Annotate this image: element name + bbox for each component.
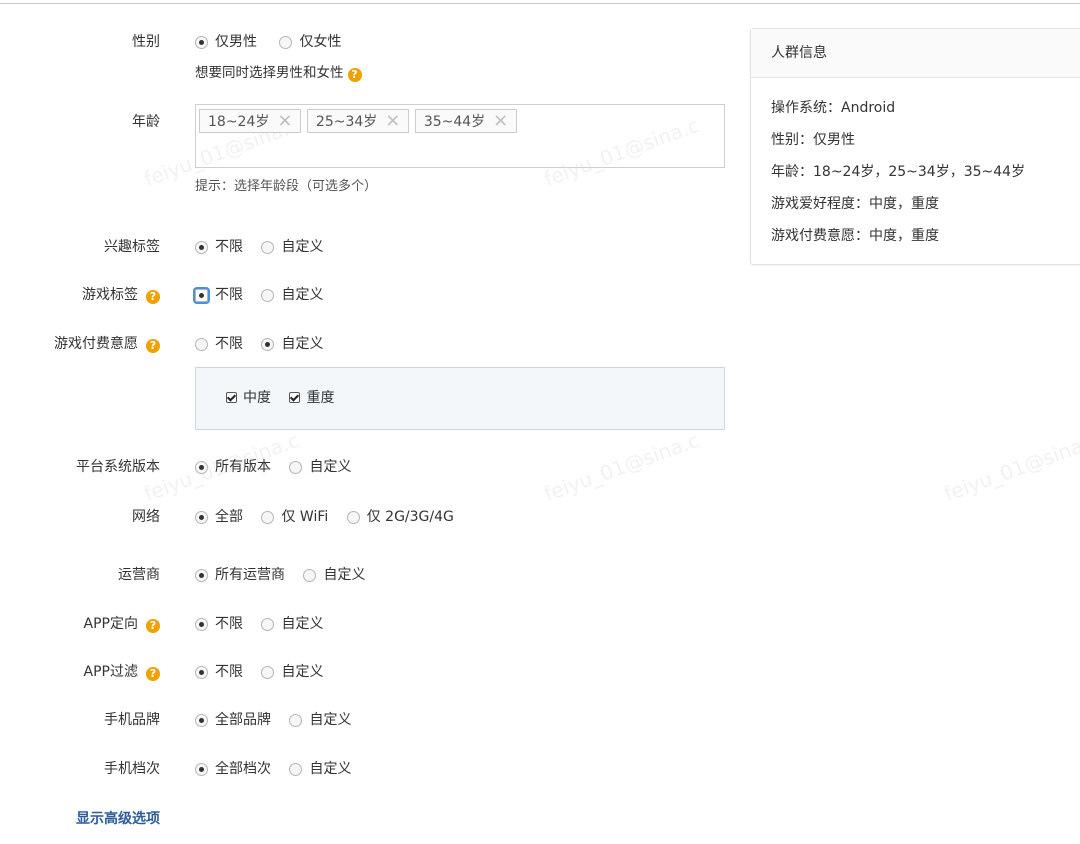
network-option-wifi[interactable]: 仅 WiFi bbox=[261, 507, 328, 527]
radio-icon[interactable] bbox=[195, 337, 208, 351]
interest-tags-radio-group: 不限 自定义 bbox=[195, 237, 337, 257]
network-option-all[interactable]: 全部 bbox=[195, 507, 243, 527]
radio-icon[interactable] bbox=[289, 762, 303, 776]
age-label: 年龄 bbox=[132, 114, 160, 130]
game-pay-option-unlimited[interactable]: 不限 bbox=[195, 334, 243, 354]
audience-info-title: 人群信息 bbox=[751, 29, 1080, 78]
app-filter-radio-group: 不限 自定义 bbox=[195, 662, 337, 682]
radio-icon[interactable] bbox=[261, 288, 275, 302]
remove-tag-icon[interactable]: × bbox=[385, 112, 400, 130]
app-filter-label: APP过滤? bbox=[0, 662, 160, 682]
radio-icon[interactable] bbox=[261, 240, 275, 254]
help-icon[interactable]: ? bbox=[146, 619, 160, 633]
age-tag: 18~24岁 × bbox=[199, 109, 302, 133]
phone-brand-radio-group: 全部品牌 自定义 bbox=[195, 710, 365, 730]
age-hint: 提示：选择年龄段（可选多个） bbox=[195, 179, 378, 194]
audience-info-row: 游戏爱好程度：中度，重度 bbox=[771, 196, 939, 212]
gender-option-male[interactable]: 仅男性 bbox=[195, 32, 257, 52]
radio-checked-icon[interactable] bbox=[195, 568, 208, 582]
gender-option-female[interactable]: 仅女性 bbox=[279, 32, 341, 52]
network-radio-group: 全部 仅 WiFi 仅 2G/3G/4G bbox=[195, 507, 468, 527]
radio-checked-icon[interactable] bbox=[195, 713, 208, 727]
game-tags-option-custom[interactable]: 自定义 bbox=[261, 285, 323, 305]
age-tag-input[interactable]: 18~24岁 × 25~34岁 × 35~44岁 × bbox=[195, 104, 725, 168]
game-tags-radio-group: 不限 自定义 bbox=[195, 285, 337, 305]
phone-tier-label: 手机档次 bbox=[104, 761, 160, 777]
radio-checked-icon[interactable] bbox=[195, 240, 208, 254]
app-targeting-option-custom[interactable]: 自定义 bbox=[261, 614, 323, 634]
platform-version-option-all[interactable]: 所有版本 bbox=[195, 457, 271, 477]
app-targeting-radio-group: 不限 自定义 bbox=[195, 614, 337, 634]
audience-info-row: 年龄：18~24岁，25~34岁，35~44岁 bbox=[771, 164, 1026, 180]
carrier-option-all[interactable]: 所有运营商 bbox=[195, 565, 285, 585]
gender-radio-group: 仅男性 仅女性 bbox=[195, 32, 355, 52]
show-advanced-link[interactable]: 显示高级选项 bbox=[0, 808, 160, 828]
game-pay-radio-group: 不限 自定义 bbox=[195, 334, 337, 354]
radio-icon[interactable] bbox=[346, 510, 360, 524]
audience-info-row: 性别：仅男性 bbox=[771, 132, 855, 148]
gender-label: 性别 bbox=[132, 34, 160, 50]
radio-icon[interactable] bbox=[261, 665, 275, 679]
phone-brand-option-all[interactable]: 全部品牌 bbox=[195, 710, 271, 730]
radio-icon[interactable] bbox=[279, 35, 293, 49]
interest-tags-option-unlimited[interactable]: 不限 bbox=[195, 237, 243, 257]
phone-brand-option-custom[interactable]: 自定义 bbox=[289, 710, 351, 730]
platform-version-label: 平台系统版本 bbox=[76, 459, 160, 475]
game-pay-custom-panel: 中度 重度 bbox=[195, 367, 725, 430]
game-pay-option-custom[interactable]: 自定义 bbox=[261, 334, 323, 354]
top-divider bbox=[0, 3, 1080, 4]
checkbox-checked-icon[interactable] bbox=[226, 392, 237, 403]
radio-checked-icon[interactable] bbox=[195, 35, 208, 49]
watermark: feiyu_01@sina.c bbox=[940, 427, 1080, 507]
radio-checked-icon[interactable] bbox=[195, 460, 208, 474]
help-icon[interactable]: ? bbox=[146, 667, 160, 681]
game-pay-checkbox-medium[interactable]: 中度 bbox=[226, 390, 271, 406]
phone-tier-option-custom[interactable]: 自定义 bbox=[289, 759, 351, 779]
phone-tier-radio-group: 全部档次 自定义 bbox=[195, 759, 365, 779]
app-filter-option-unlimited[interactable]: 不限 bbox=[195, 662, 243, 682]
age-tag: 35~44岁 × bbox=[414, 109, 518, 133]
phone-brand-label: 手机品牌 bbox=[104, 712, 160, 728]
network-option-cellular[interactable]: 仅 2G/3G/4G bbox=[346, 507, 454, 527]
interest-tags-label: 兴趣标签 bbox=[104, 239, 160, 255]
radio-icon[interactable] bbox=[289, 460, 303, 474]
platform-version-radio-group: 所有版本 自定义 bbox=[195, 457, 365, 477]
remove-tag-icon[interactable]: × bbox=[277, 112, 292, 130]
audience-info-row: 操作系统：Android bbox=[771, 100, 896, 116]
age-tag: 25~34岁 × bbox=[306, 109, 410, 133]
radio-icon[interactable] bbox=[289, 713, 303, 727]
radio-checked-icon[interactable] bbox=[195, 665, 208, 679]
app-targeting-option-unlimited[interactable]: 不限 bbox=[195, 614, 243, 634]
game-tags-option-unlimited[interactable]: 不限 bbox=[195, 285, 243, 305]
radio-checked-icon[interactable] bbox=[195, 288, 208, 302]
help-icon[interactable]: ? bbox=[347, 68, 362, 82]
app-targeting-label: APP定向? bbox=[0, 614, 160, 634]
radio-icon[interactable] bbox=[261, 617, 275, 631]
phone-tier-option-all[interactable]: 全部档次 bbox=[195, 759, 271, 779]
radio-icon[interactable] bbox=[303, 568, 317, 582]
interest-tags-option-custom[interactable]: 自定义 bbox=[261, 237, 323, 257]
remove-tag-icon[interactable]: × bbox=[493, 112, 508, 130]
network-label: 网络 bbox=[132, 509, 160, 525]
carrier-option-custom[interactable]: 自定义 bbox=[303, 565, 365, 585]
watermark: feiyu_01@sina.c bbox=[540, 427, 703, 507]
platform-version-option-custom[interactable]: 自定义 bbox=[289, 457, 351, 477]
carrier-label: 运营商 bbox=[118, 567, 160, 583]
app-filter-option-custom[interactable]: 自定义 bbox=[261, 662, 323, 682]
radio-checked-icon[interactable] bbox=[195, 617, 208, 631]
radio-checked-icon[interactable] bbox=[195, 762, 208, 776]
radio-checked-icon[interactable] bbox=[195, 510, 208, 524]
game-tags-label: 游戏标签? bbox=[0, 285, 160, 305]
checkbox-checked-icon[interactable] bbox=[289, 392, 301, 403]
help-icon[interactable]: ? bbox=[146, 290, 160, 304]
carrier-radio-group: 所有运营商 自定义 bbox=[195, 565, 379, 585]
gender-hint: 想要同时选择男性和女性? bbox=[195, 64, 362, 82]
game-pay-checkbox-heavy[interactable]: 重度 bbox=[289, 390, 334, 406]
audience-info-row: 游戏付费意愿：中度，重度 bbox=[771, 228, 939, 244]
help-icon[interactable]: ? bbox=[146, 339, 160, 353]
radio-icon[interactable] bbox=[261, 510, 275, 524]
radio-checked-icon[interactable] bbox=[261, 337, 275, 351]
game-pay-label: 游戏付费意愿? bbox=[0, 334, 160, 354]
audience-info-panel: 人群信息 操作系统：Android 性别：仅男性 年龄：18~24岁，25~34… bbox=[750, 28, 1080, 265]
